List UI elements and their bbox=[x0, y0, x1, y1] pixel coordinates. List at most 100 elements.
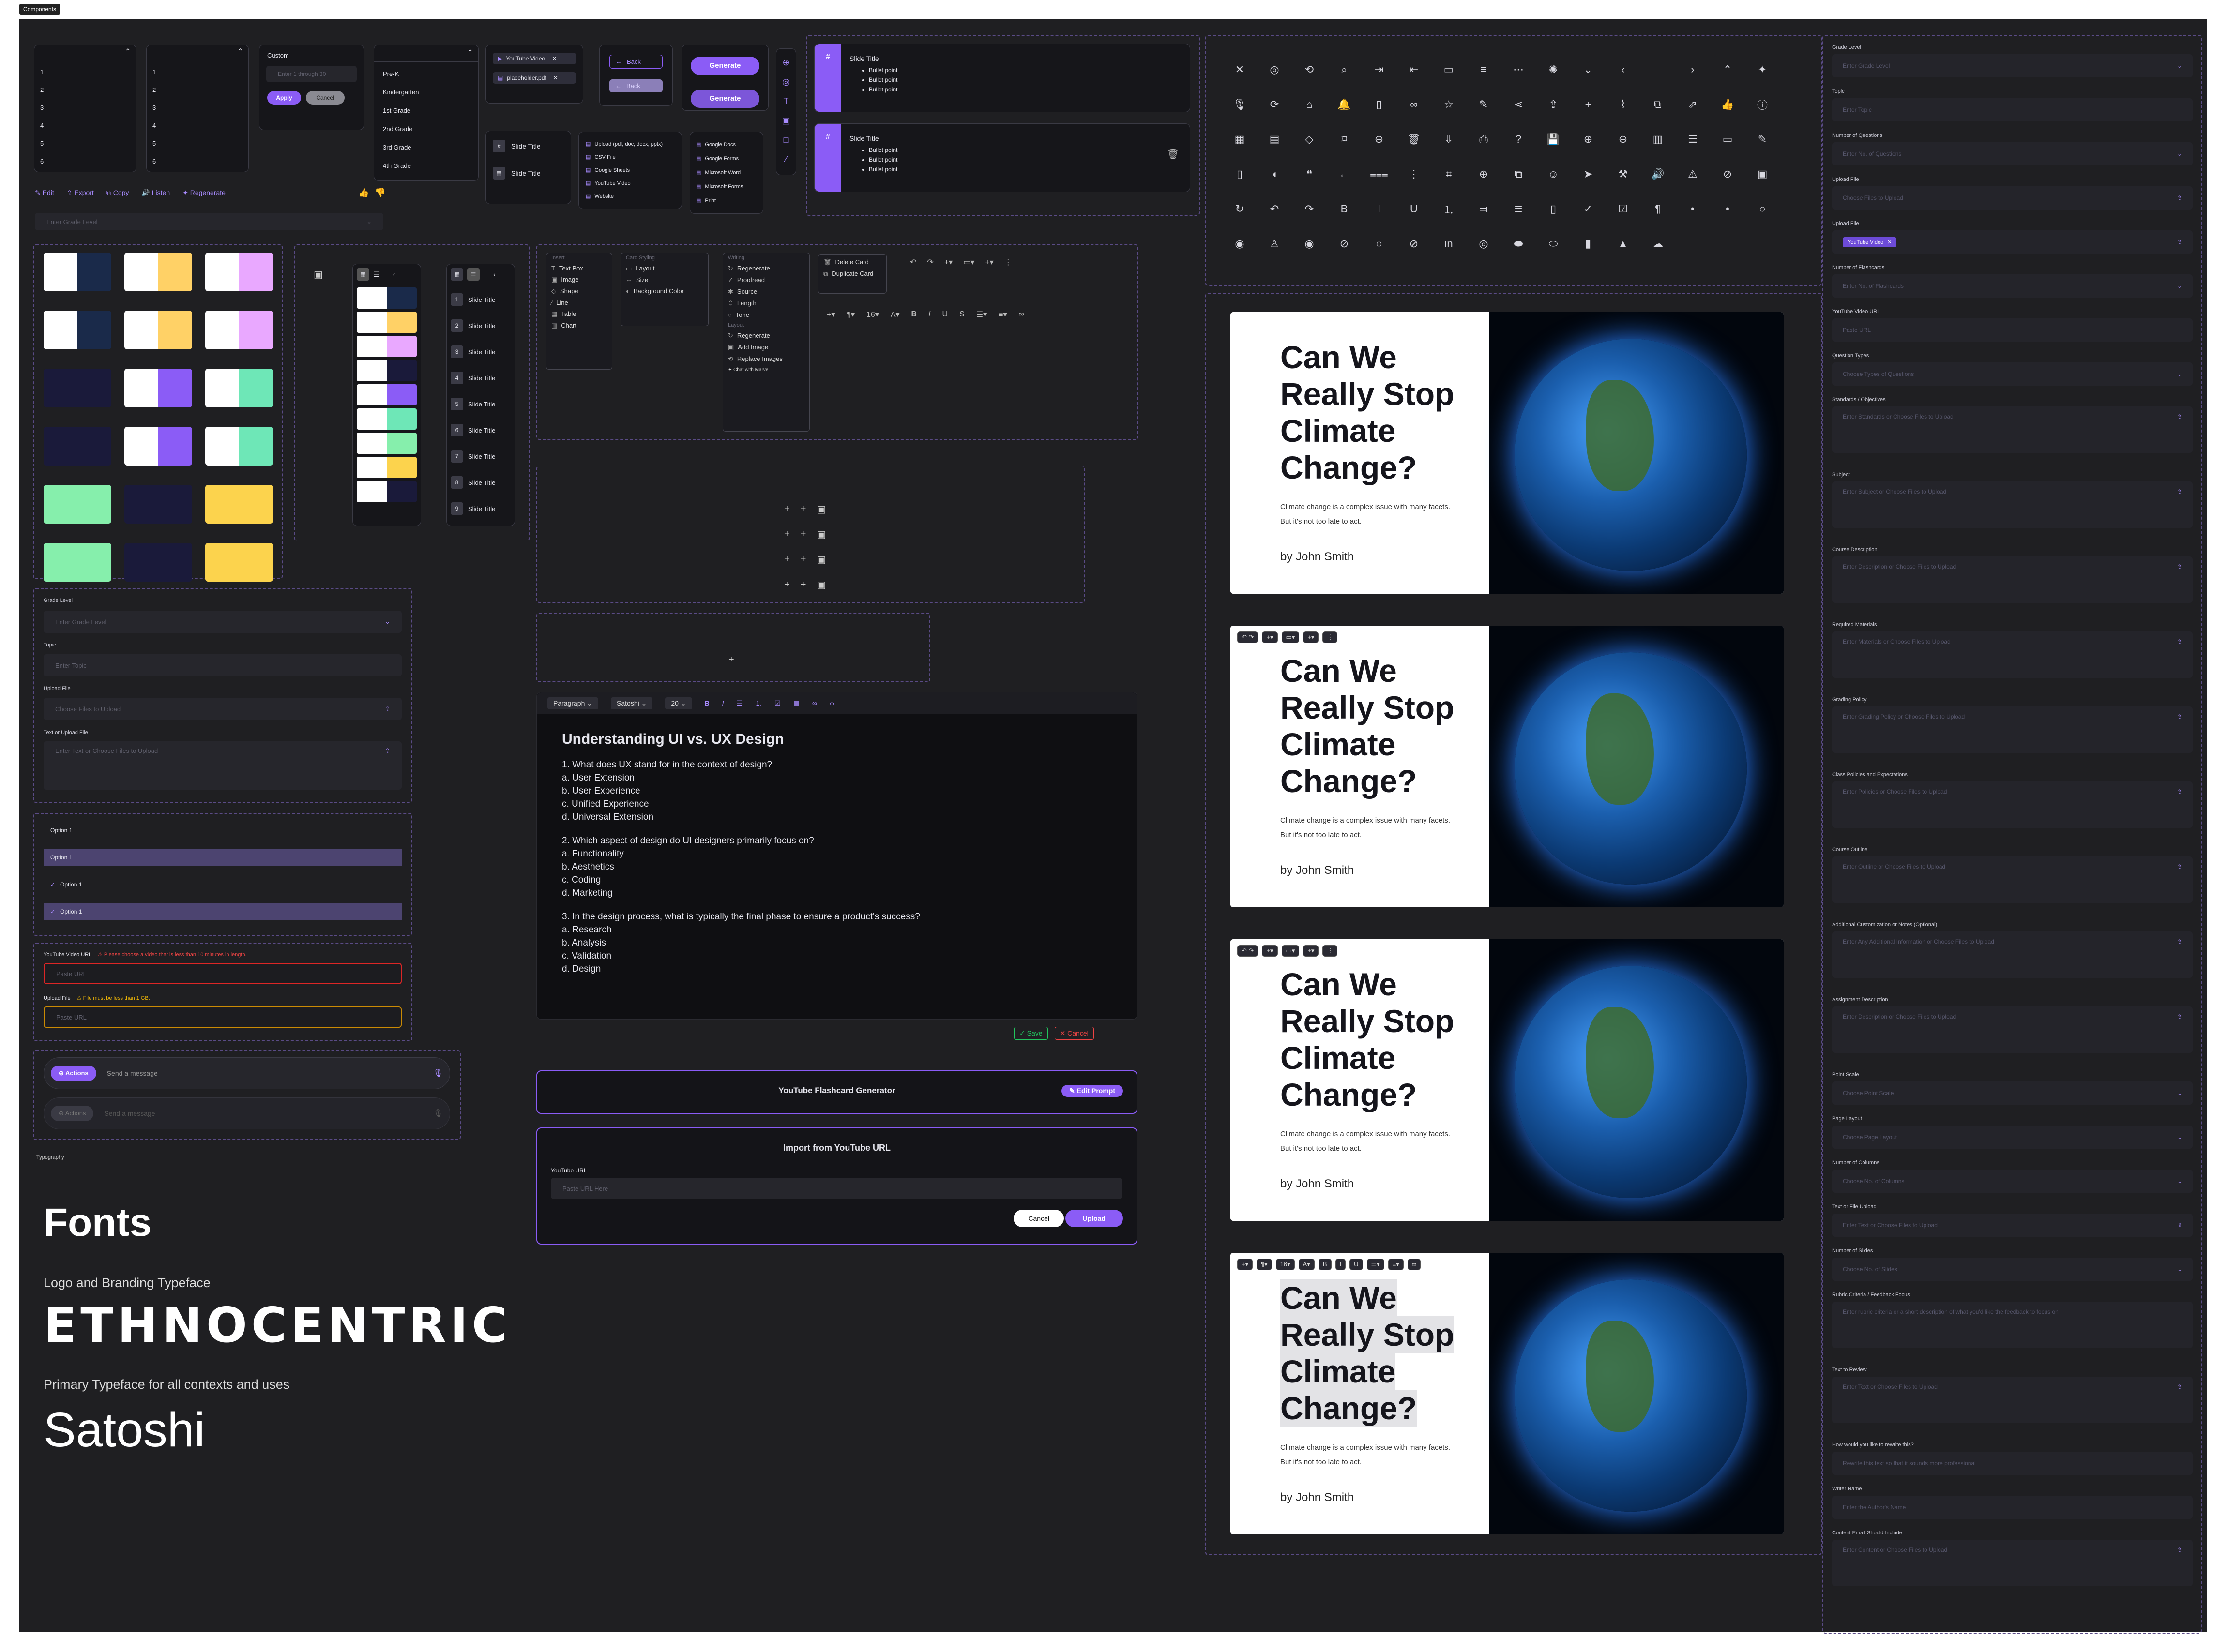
menu-item[interactable]: 🗑 Delete Card bbox=[818, 256, 886, 268]
menu-item[interactable]: ⇔ Size bbox=[621, 274, 708, 285]
loader-icon[interactable]: ✺ bbox=[1536, 52, 1571, 87]
grade-select[interactable]: Enter Grade Level ⌄ bbox=[44, 611, 402, 633]
form-field[interactable]: Enter Text or Choose Files to Upload ⇪ bbox=[1832, 1214, 2193, 1237]
download-icon[interactable]: ⇩ bbox=[1431, 122, 1466, 157]
toolbar-button[interactable]: ⋮ bbox=[1322, 945, 1338, 957]
action-copy[interactable]: ⧉ Copy bbox=[106, 189, 129, 197]
upload-button[interactable]: Upload bbox=[1065, 1210, 1123, 1227]
apply-button[interactable]: Apply bbox=[267, 91, 301, 105]
toolbar-button[interactable]: B bbox=[1318, 1259, 1332, 1270]
text-format-icon[interactable]: ¶▾ bbox=[847, 310, 855, 319]
radio-empty-icon[interactable]: ○ bbox=[1745, 192, 1780, 226]
dropdown-option[interactable]: 6 bbox=[40, 152, 130, 170]
plus-icon[interactable]: + bbox=[784, 554, 790, 565]
toolbar-button[interactable]: ⋮ bbox=[1322, 631, 1338, 643]
bell-icon[interactable]: 🔔 bbox=[1327, 87, 1362, 122]
checkbox-icon[interactable]: ☑ bbox=[1606, 192, 1640, 226]
slide-list-item[interactable]: 1 Slide Title bbox=[451, 286, 511, 313]
upload-source-item[interactable]: ▤ YouTube Video bbox=[586, 177, 675, 190]
form-field[interactable]: Enter Text or Choose Files to Upload ⇪ bbox=[1832, 1377, 2193, 1423]
slide-title-chip[interactable]: Slide Title bbox=[511, 142, 541, 150]
form-field[interactable]: Enter Content or Choose Files to Upload ⇪ bbox=[1832, 1540, 2193, 1586]
mic-icon[interactable]: 🎙 bbox=[433, 1068, 443, 1078]
google-drive-icon[interactable]: ▲ bbox=[1606, 226, 1640, 261]
table-icon[interactable]: ▦ bbox=[793, 699, 800, 707]
folder-icon[interactable]: ▭ bbox=[1710, 122, 1745, 157]
form-field[interactable]: Enter rubric criteria or a short descrip… bbox=[1832, 1302, 2193, 1348]
form-field[interactable]: Rewrite this text so that it sounds more… bbox=[1832, 1452, 2193, 1475]
form-field[interactable]: Enter Topic bbox=[1832, 98, 2193, 121]
quote-icon[interactable]: ❝ bbox=[1292, 157, 1327, 192]
calendar-icon[interactable]: ▦ bbox=[1222, 122, 1257, 157]
upload-source-item[interactable]: ▤ Website bbox=[586, 190, 675, 203]
note-icon[interactable]: ▯ bbox=[1536, 192, 1571, 226]
slide-list-item[interactable]: 6 Slide Title bbox=[451, 417, 511, 443]
plus-icon[interactable]: + bbox=[1571, 87, 1606, 122]
upload-input[interactable]: Choose Files to Upload ⇪ bbox=[44, 698, 402, 720]
align-justify-icon[interactable]: ≣ bbox=[1501, 192, 1536, 226]
chevron-up-icon[interactable]: ⌃ bbox=[1710, 52, 1745, 87]
plus-icon[interactable]: + bbox=[784, 529, 790, 540]
sidebar-thumbnail[interactable] bbox=[357, 408, 417, 430]
dropdown-option[interactable]: 1 bbox=[152, 63, 243, 81]
grade-option[interactable]: Kindergarten bbox=[383, 83, 470, 102]
upload-icon[interactable]: ⇪ bbox=[1536, 87, 1571, 122]
link-icon[interactable]: ∞ bbox=[812, 699, 817, 707]
ai-writing-menu[interactable]: Writing ↻ Regenerate ✓ Proofread ✱ Source ⇕ Len… bbox=[723, 253, 810, 432]
slide-title-chip[interactable]: Slide Title bbox=[511, 169, 541, 177]
toolbar-button[interactable]: +▾ bbox=[1262, 945, 1278, 957]
slide-thumbnail[interactable] bbox=[124, 485, 192, 524]
link-icon[interactable]: ∞ bbox=[1019, 310, 1024, 319]
ordered-list-icon[interactable]: ⒈ bbox=[1431, 192, 1466, 226]
kebab-icon[interactable]: ⋮ bbox=[1396, 157, 1431, 192]
thumbs-up-icon[interactable]: 👍 bbox=[358, 188, 369, 198]
menu-item[interactable]: ▦ Table bbox=[546, 308, 612, 320]
slide-thumbnail[interactable] bbox=[205, 485, 273, 524]
smile-icon[interactable]: ☺ bbox=[1536, 157, 1571, 192]
warning-icon[interactable]: ⚠ bbox=[1675, 157, 1710, 192]
mic-icon[interactable]: 🎙 bbox=[1222, 87, 1257, 122]
card-icon[interactable]: ▤ bbox=[1257, 122, 1292, 157]
mic-icon[interactable]: 🎙 bbox=[433, 1109, 443, 1118]
redo-icon[interactable]: ↷ bbox=[1292, 192, 1327, 226]
circle-icon[interactable]: ○ bbox=[1362, 226, 1396, 261]
form-field[interactable]: Enter Any Additional Information or Choo… bbox=[1832, 931, 2193, 978]
slide-thumbnail[interactable] bbox=[44, 369, 111, 407]
bold-icon[interactable]: B bbox=[1327, 192, 1362, 226]
paperclip-icon[interactable]: ⌇ bbox=[1606, 87, 1640, 122]
form-field[interactable]: Enter Description or Choose Files to Upl… bbox=[1832, 556, 2193, 603]
dropdown-option[interactable]: 4 bbox=[40, 117, 130, 135]
menu-item[interactable]: ✱ Source bbox=[723, 286, 809, 298]
minus-circle-icon[interactable]: ⊖ bbox=[1362, 122, 1396, 157]
export-menu[interactable]: ▤ Google Docs ▤ Google Forms ▤ Microsoft Word… bbox=[690, 132, 763, 214]
toolbar-button[interactable]: +▾ bbox=[1262, 631, 1278, 643]
menu-item[interactable]: ↻ Regenerate bbox=[723, 330, 809, 342]
save-icon[interactable]: 💾 bbox=[1536, 122, 1571, 157]
form-field[interactable]: Choose Files to Upload ⇪ bbox=[1832, 186, 2193, 210]
file-icon[interactable]: ▯ bbox=[1222, 157, 1257, 192]
slide-thumbnail[interactable] bbox=[44, 427, 111, 466]
checklist-icon[interactable]: ☑ bbox=[774, 699, 781, 707]
menu-item[interactable]: ⇕ Length bbox=[723, 298, 809, 309]
toolbar-button[interactable]: ↶ ↷ bbox=[1237, 631, 1258, 643]
slide-thumbnail[interactable] bbox=[124, 369, 192, 407]
undo-icon[interactable]: ↶ bbox=[1257, 192, 1292, 226]
grade-dropdown[interactable]: ⌃ Pre-K Kindergarten 1st Grade 2nd Grade 3rd… bbox=[374, 45, 479, 181]
add-circle-icon[interactable]: ⊕ bbox=[1466, 157, 1501, 192]
star-icon[interactable]: ☆ bbox=[1431, 87, 1466, 122]
book-icon[interactable]: ▮ bbox=[1571, 226, 1606, 261]
close-icon[interactable]: ✕ bbox=[553, 75, 558, 81]
send-icon[interactable]: ➤ bbox=[1571, 157, 1606, 192]
text-icon[interactable]: T bbox=[776, 91, 796, 111]
more-icon[interactable]: ⋯ bbox=[1501, 52, 1536, 87]
toolbar-button[interactable]: +▾ bbox=[1237, 1259, 1253, 1270]
slide-outline-card-selected[interactable]: # Slide Title Bullet pointBullet pointBu… bbox=[814, 123, 1190, 192]
sidebar-thumbnail[interactable] bbox=[357, 336, 417, 357]
sidebar-thumbnail[interactable] bbox=[357, 481, 417, 502]
form-field[interactable]: YouTube Video ✕ ⇪ bbox=[1832, 230, 2193, 254]
thumbs-down-icon[interactable]: 👎 bbox=[375, 188, 385, 198]
chevron-left-icon[interactable]: ‹ bbox=[493, 270, 496, 278]
chevron-down-icon[interactable]: ⌄ bbox=[1571, 52, 1606, 87]
external-icon[interactable]: ⇗ bbox=[1675, 87, 1710, 122]
slide-preview[interactable]: Can WeReally StopClimateChange? Climate c… bbox=[1230, 1253, 1784, 1534]
